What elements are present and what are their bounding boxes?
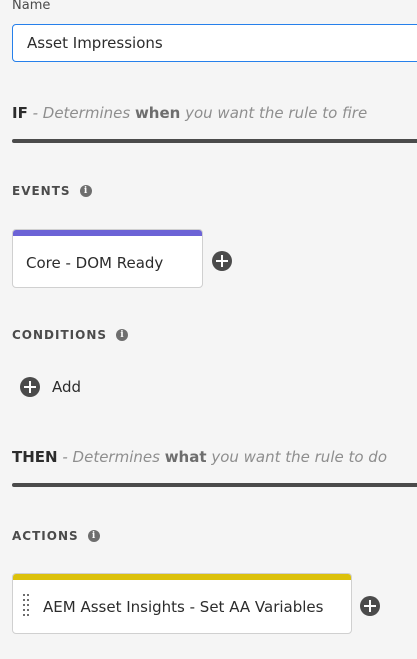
info-icon[interactable]: i bbox=[79, 185, 92, 197]
event-card-bar bbox=[13, 230, 202, 236]
conditions-label: CONDITIONS i bbox=[12, 328, 129, 342]
if-text-after: you want the rule to fire bbox=[180, 104, 368, 122]
action-card[interactable]: AEM Asset Insights - Set AA Variables bbox=[12, 573, 352, 634]
if-heading: IF - Determines when you want the rule t… bbox=[12, 104, 367, 122]
then-divider bbox=[12, 483, 417, 487]
add-condition-label: Add bbox=[52, 378, 82, 396]
name-label: Name bbox=[12, 0, 51, 13]
if-keyword: IF bbox=[12, 104, 28, 122]
drag-handle-icon[interactable] bbox=[23, 594, 31, 616]
info-icon[interactable]: i bbox=[116, 329, 129, 341]
info-icon[interactable]: i bbox=[87, 530, 100, 542]
add-action-button[interactable] bbox=[360, 596, 380, 616]
add-event-button[interactable] bbox=[212, 251, 232, 271]
then-text-after: you want the rule to do bbox=[206, 448, 388, 466]
conditions-label-text: CONDITIONS bbox=[12, 328, 108, 342]
action-card-bar bbox=[13, 574, 351, 580]
if-divider bbox=[12, 139, 417, 143]
if-text-before: - Determines bbox=[27, 104, 135, 122]
events-label: EVENTS i bbox=[12, 184, 92, 198]
event-card-label: Core - DOM Ready bbox=[26, 254, 164, 272]
name-input[interactable] bbox=[12, 24, 417, 62]
actions-label-text: ACTIONS bbox=[12, 529, 79, 543]
then-emphasis: what bbox=[164, 448, 207, 466]
event-card[interactable]: Core - DOM Ready bbox=[12, 229, 203, 288]
then-heading: THEN - Determines what you want the rule… bbox=[12, 448, 387, 466]
actions-label: ACTIONS i bbox=[12, 529, 100, 543]
action-card-label: AEM Asset Insights - Set AA Variables bbox=[43, 598, 324, 616]
events-label-text: EVENTS bbox=[12, 184, 71, 198]
if-emphasis: when bbox=[134, 104, 181, 122]
plus-circle-icon bbox=[20, 377, 40, 397]
rule-editor: Name IF - Determines when you want the r… bbox=[0, 0, 417, 659]
add-condition-button[interactable]: Add bbox=[20, 376, 81, 398]
then-text-before: - Determines bbox=[57, 448, 165, 466]
then-keyword: THEN bbox=[12, 448, 58, 466]
